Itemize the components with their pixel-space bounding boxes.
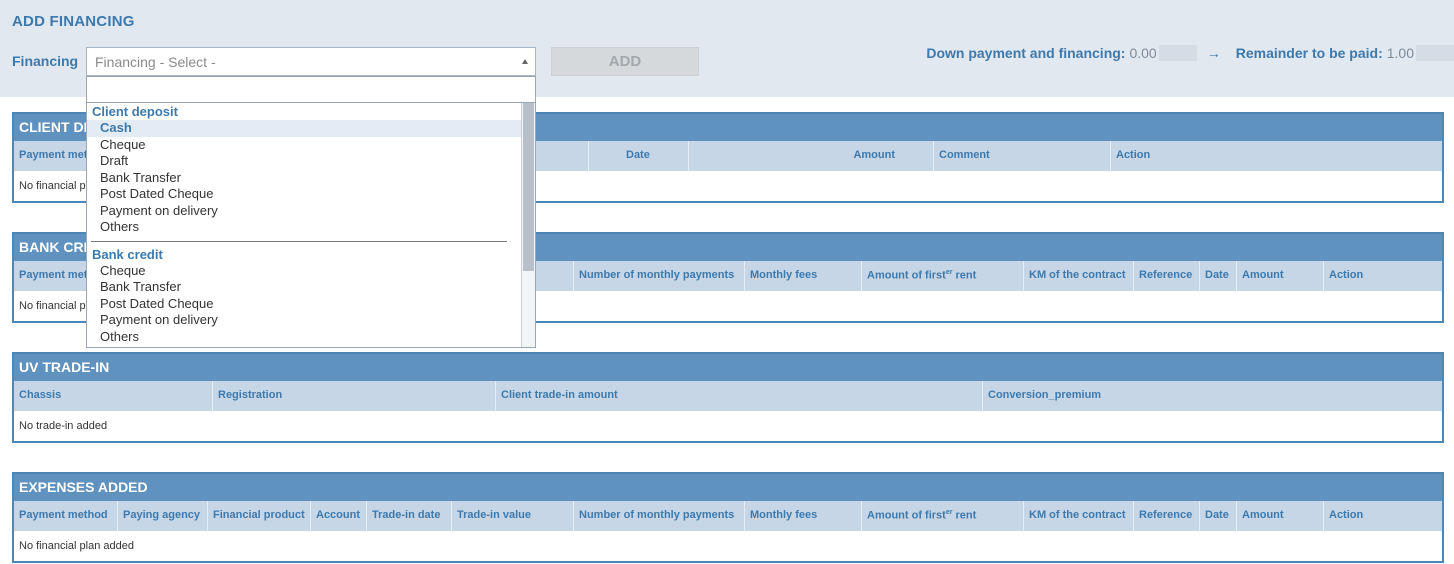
col-reference: Reference <box>1133 261 1199 291</box>
col-paying-agency: Paying agency <box>117 501 207 531</box>
col-chassis: Chassis <box>19 389 62 401</box>
col-monthly-fees: Monthly fees <box>744 501 861 531</box>
col-trade-in-amount: Client trade-in amount <box>495 381 982 411</box>
dropdown-search-input[interactable] <box>87 77 535 103</box>
option-post-dated-cheque[interactable]: Post Dated Cheque <box>87 296 521 313</box>
col-registration: Registration <box>212 381 495 411</box>
col-action: Action <box>1110 141 1444 171</box>
group-client-deposit: Client deposit <box>92 104 178 119</box>
down-payment-label: Down payment and financing: <box>926 45 1126 61</box>
option-others[interactable]: Others <box>87 329 521 346</box>
financing-select-value: Financing - Select - <box>95 54 216 70</box>
col-first-rent-tail: rent <box>952 509 977 522</box>
empty-message: No trade-in added <box>19 420 108 432</box>
col-amount: Amount <box>688 141 933 171</box>
col-first-rent-tail: rent <box>952 269 977 282</box>
panel-title: UV TRADE-IN <box>14 354 1442 381</box>
col-payment-method: Payment method <box>19 509 108 521</box>
col-financial-product: Financial product <box>207 501 310 531</box>
uv-trade-in-panel: UV TRADE-IN Chassis Registration Client … <box>12 352 1444 443</box>
col-monthly-payments: Number of monthly payments <box>573 501 744 531</box>
group-separator <box>91 236 507 242</box>
option-others[interactable]: Others <box>87 219 521 236</box>
scrollbar-thumb[interactable] <box>523 103 534 271</box>
arrow-right-icon: → <box>1206 45 1221 61</box>
add-button[interactable]: ADD <box>551 47 699 76</box>
group-bank-credit: Bank credit <box>92 246 163 262</box>
option-post-dated-cheque[interactable]: Post Dated Cheque <box>87 186 521 203</box>
option-cash[interactable]: Cash <box>87 120 521 137</box>
col-monthly-fees: Monthly fees <box>744 261 861 291</box>
option-draft[interactable]: Draft <box>87 153 521 170</box>
dropdown-scrollbar[interactable] <box>521 103 535 347</box>
caret-up-icon <box>522 59 528 64</box>
dropdown-list: Client deposit Cash Cheque Draft Bank Tr… <box>87 103 521 347</box>
option-bank-transfer[interactable]: Bank Transfer <box>87 170 521 187</box>
col-first-rent-text: Amount of first <box>867 269 946 282</box>
col-km: KM of the contract <box>1023 501 1133 531</box>
page-title: ADD FINANCING <box>12 13 135 30</box>
col-first-rent: Amount of firster rent <box>861 261 1023 291</box>
financing-dropdown: Client deposit Cash Cheque Draft Bank Tr… <box>86 76 536 348</box>
down-payment-value: 0.00 <box>1129 45 1157 61</box>
option-cheque[interactable]: Cheque <box>87 137 521 154</box>
col-date: Date <box>1199 501 1236 531</box>
currency-placeholder <box>1416 45 1454 61</box>
option-cheque[interactable]: Cheque <box>87 263 521 280</box>
col-amount: Amount <box>1236 261 1323 291</box>
panel-title: EXPENSES ADDED <box>14 474 1442 501</box>
col-amount: Amount <box>1236 501 1323 531</box>
financing-label: Financing <box>12 53 79 69</box>
remainder-value: 1.00 <box>1386 45 1414 61</box>
col-account: Account <box>310 501 366 531</box>
col-first-rent-text: Amount of first <box>867 509 946 522</box>
option-payment-on-delivery[interactable]: Payment on delivery <box>87 203 521 220</box>
col-trade-in-date: Trade-in date <box>366 501 451 531</box>
col-reference: Reference <box>1133 501 1199 531</box>
col-date: Date <box>588 141 688 171</box>
option-payment-on-delivery[interactable]: Payment on delivery <box>87 312 521 329</box>
col-date: Date <box>1199 261 1236 291</box>
col-conversion-premium: Conversion_premium <box>982 381 1444 411</box>
totals-summary: Down payment and financing: 0.00 → Remai… <box>926 45 1454 61</box>
col-comment: Comment <box>933 141 1110 171</box>
table-header: Chassis Registration Client trade-in amo… <box>14 381 1442 411</box>
col-first-rent: Amount of firster rent <box>861 501 1023 531</box>
col-action: Action <box>1323 261 1444 291</box>
option-bank-transfer[interactable]: Bank Transfer <box>87 279 521 296</box>
col-action: Action <box>1323 501 1444 531</box>
col-km: KM of the contract <box>1023 261 1133 291</box>
remainder-label: Remainder to be paid: <box>1235 45 1383 61</box>
expenses-panel: EXPENSES ADDED Payment method Paying age… <box>12 472 1444 563</box>
empty-message: No financial plan added <box>19 540 134 552</box>
currency-placeholder <box>1158 45 1197 61</box>
col-trade-in-value: Trade-in value <box>451 501 573 531</box>
table-header: Payment method Paying agency Financial p… <box>14 501 1442 531</box>
col-monthly-payments: Number of monthly payments <box>573 261 744 291</box>
financing-select[interactable]: Financing - Select - <box>86 47 536 76</box>
